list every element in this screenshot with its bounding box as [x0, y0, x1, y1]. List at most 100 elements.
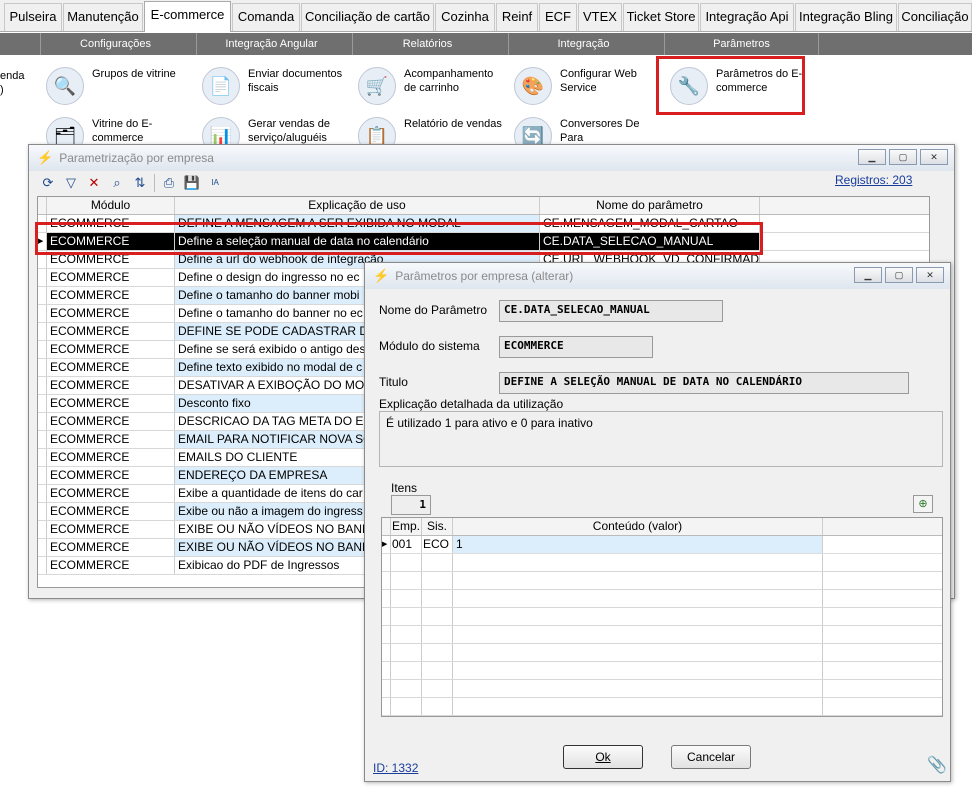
cell-module[interactable]: ECOMMERCE [47, 377, 175, 394]
ia-icon[interactable]: IA [206, 174, 224, 192]
ribbon-configurar-web-service[interactable]: 🎨 Configurar Web Service [514, 67, 660, 105]
edit-window-title: Parâmetros por empresa (alterar) [395, 269, 574, 283]
empty-row [382, 608, 942, 626]
cart-icon: 🛒 [358, 67, 396, 105]
edit-window: ⚡ Parâmetros por empresa (alterar) ▁ ▢ ✕… [364, 262, 951, 782]
save-icon[interactable]: 💾 [183, 174, 201, 192]
minimize-button[interactable]: ▁ [858, 149, 886, 165]
cell-module[interactable]: ECOMMERCE [47, 413, 175, 430]
ribbon-partial-item[interactable]: enda ) [0, 69, 24, 97]
print-icon[interactable]: ⎙ [160, 174, 178, 192]
empty-row [382, 572, 942, 590]
tab-integracao-bling[interactable]: Integração Bling [795, 3, 897, 31]
tab-manutencao[interactable]: Manutenção [63, 3, 143, 31]
param-grid-header: Módulo Explicação de uso Nome do parâmet… [38, 197, 929, 215]
empty-row [382, 680, 942, 698]
tab-cozinha[interactable]: Cozinha [435, 3, 495, 31]
close-button[interactable]: ✕ [920, 149, 948, 165]
id-link[interactable]: ID: 1332 [373, 761, 418, 775]
ribbon-label: Grupos de vitrine [92, 68, 176, 80]
item-sis[interactable]: ECO [422, 536, 453, 553]
tab-conciliacao[interactable]: Conciliação [898, 3, 972, 31]
detail-textarea[interactable]: É utilizado 1 para ativo e 0 para inativ… [379, 411, 943, 467]
submenu-integracao[interactable]: Integração [508, 33, 658, 55]
tab-ecf[interactable]: ECF [539, 3, 577, 31]
title-field[interactable]: DEFINE A SELEÇÃO MANUAL DE DATA NO CALEN… [499, 372, 909, 394]
cell-module[interactable]: ECOMMERCE [47, 539, 175, 556]
tab-integracao-api[interactable]: Integração Api [700, 3, 794, 31]
maximize-button[interactable]: ▢ [885, 267, 913, 283]
cell-module[interactable]: ECOMMERCE [47, 431, 175, 448]
app-logo-icon: ⚡ [373, 268, 390, 283]
refresh-icon[interactable]: ⟳ [39, 174, 57, 192]
ok-button[interactable]: Ok [563, 745, 643, 769]
empty-row [382, 626, 942, 644]
submenu-configuracoes[interactable]: Configurações [40, 33, 190, 55]
magnifier-icon: 🔍 [46, 67, 84, 105]
submenu-integracao-angular[interactable]: Integração Angular [196, 33, 346, 55]
add-item-icon[interactable]: ⊕ [913, 495, 933, 513]
sort-icon[interactable]: ⇅ [131, 174, 149, 192]
col-conteudo[interactable]: Conteúdo (valor) [453, 518, 823, 535]
ribbon-label: Enviar documentos fiscais [248, 68, 343, 94]
tab-ticket-store[interactable]: Ticket Store [623, 3, 699, 31]
item-value[interactable]: 1 [453, 536, 823, 553]
maximize-button[interactable]: ▢ [889, 149, 917, 165]
minimize-button[interactable]: ▁ [854, 267, 882, 283]
tab-pulseira[interactable]: Pulseira [4, 3, 62, 31]
tab-e-commerce[interactable]: E-commerce [144, 1, 231, 32]
cell-module[interactable]: ECOMMERCE [47, 359, 175, 376]
param-name-field[interactable]: CE.DATA_SELECAO_MANUAL [499, 300, 723, 322]
highlight-box [656, 56, 805, 115]
cell-module[interactable]: ECOMMERCE [47, 341, 175, 358]
cell-module[interactable]: ECOMMERCE [47, 485, 175, 502]
cell-module[interactable]: ECOMMERCE [47, 557, 175, 574]
tab-reinf[interactable]: Reinf [496, 3, 538, 31]
col-emp[interactable]: Emp. [391, 518, 422, 535]
cell-module[interactable]: ECOMMERCE [47, 467, 175, 484]
cancel-button[interactable]: Cancelar [671, 745, 751, 769]
detail-label: Explicação detalhada da utilização [379, 397, 564, 411]
cell-module[interactable]: ECOMMERCE [47, 269, 175, 286]
document-send-icon: 📄 [202, 67, 240, 105]
cell-module[interactable]: ECOMMERCE [47, 287, 175, 304]
module-field[interactable]: ECOMMERCE [499, 336, 653, 358]
items-count: 1 [391, 495, 431, 515]
module-label: Módulo do sistema [379, 339, 480, 353]
cell-module[interactable]: ECOMMERCE [47, 323, 175, 340]
cell-module[interactable]: ECOMMERCE [47, 305, 175, 322]
cell-module[interactable]: ECOMMERCE [47, 395, 175, 412]
col-explicacao[interactable]: Explicação de uso [175, 197, 540, 214]
items-grid: Emp. Sis. Conteúdo (valor) ▶ 001 ECO 1 [381, 517, 943, 717]
col-nome-parametro[interactable]: Nome do parâmetro [540, 197, 760, 214]
cell-module[interactable]: ECOMMERCE [47, 449, 175, 466]
col-sis[interactable]: Sis. [422, 518, 453, 535]
items-row[interactable]: ▶ 001 ECO 1 [382, 536, 942, 554]
ribbon-acompanhamento-carrinho[interactable]: 🛒 Acompanhamento de carrinho [358, 67, 504, 105]
ribbon-grupos-vitrine[interactable]: 🔍 Grupos de vitrine [46, 67, 192, 105]
param-window-titlebar: ⚡ Parametrização por empresa ▁ ▢ ✕ [29, 145, 954, 171]
cell-module[interactable]: ECOMMERCE [47, 503, 175, 520]
item-emp[interactable]: 001 [391, 536, 422, 553]
filter-icon[interactable]: ▽ [62, 174, 80, 192]
submenu-relatorios[interactable]: Relatórios [352, 33, 502, 55]
ribbon-label: Configurar Web Service [560, 68, 637, 94]
items-grid-empty [382, 554, 942, 716]
tab-conciliacao-cartao[interactable]: Conciliação de cartão [301, 3, 434, 31]
paperclip-icon[interactable]: 📎 [927, 755, 947, 775]
tab-vtex[interactable]: VTEX [578, 3, 622, 31]
tab-comanda[interactable]: Comanda [232, 3, 300, 31]
items-grid-header: Emp. Sis. Conteúdo (valor) [382, 518, 942, 536]
records-count-link[interactable]: Registros: 203 [835, 173, 912, 187]
find-icon[interactable]: ⌕ [108, 174, 126, 192]
close-button[interactable]: ✕ [916, 267, 944, 283]
top-tab-bar: Pulseira Manutenção E-commerce Comanda C… [0, 0, 972, 32]
clear-filter-icon[interactable]: ✕ [85, 174, 103, 192]
submenu-parametros[interactable]: Parâmetros [664, 33, 819, 55]
empty-row [382, 590, 942, 608]
app-logo-icon: ⚡ [37, 150, 54, 165]
cell-module[interactable]: ECOMMERCE [47, 521, 175, 538]
col-modulo[interactable]: Módulo [47, 197, 175, 214]
ribbon-panel: enda ) 🔍 Grupos de vitrine 📄 Enviar docu… [0, 55, 972, 155]
ribbon-enviar-documentos[interactable]: 📄 Enviar documentos fiscais [202, 67, 348, 105]
